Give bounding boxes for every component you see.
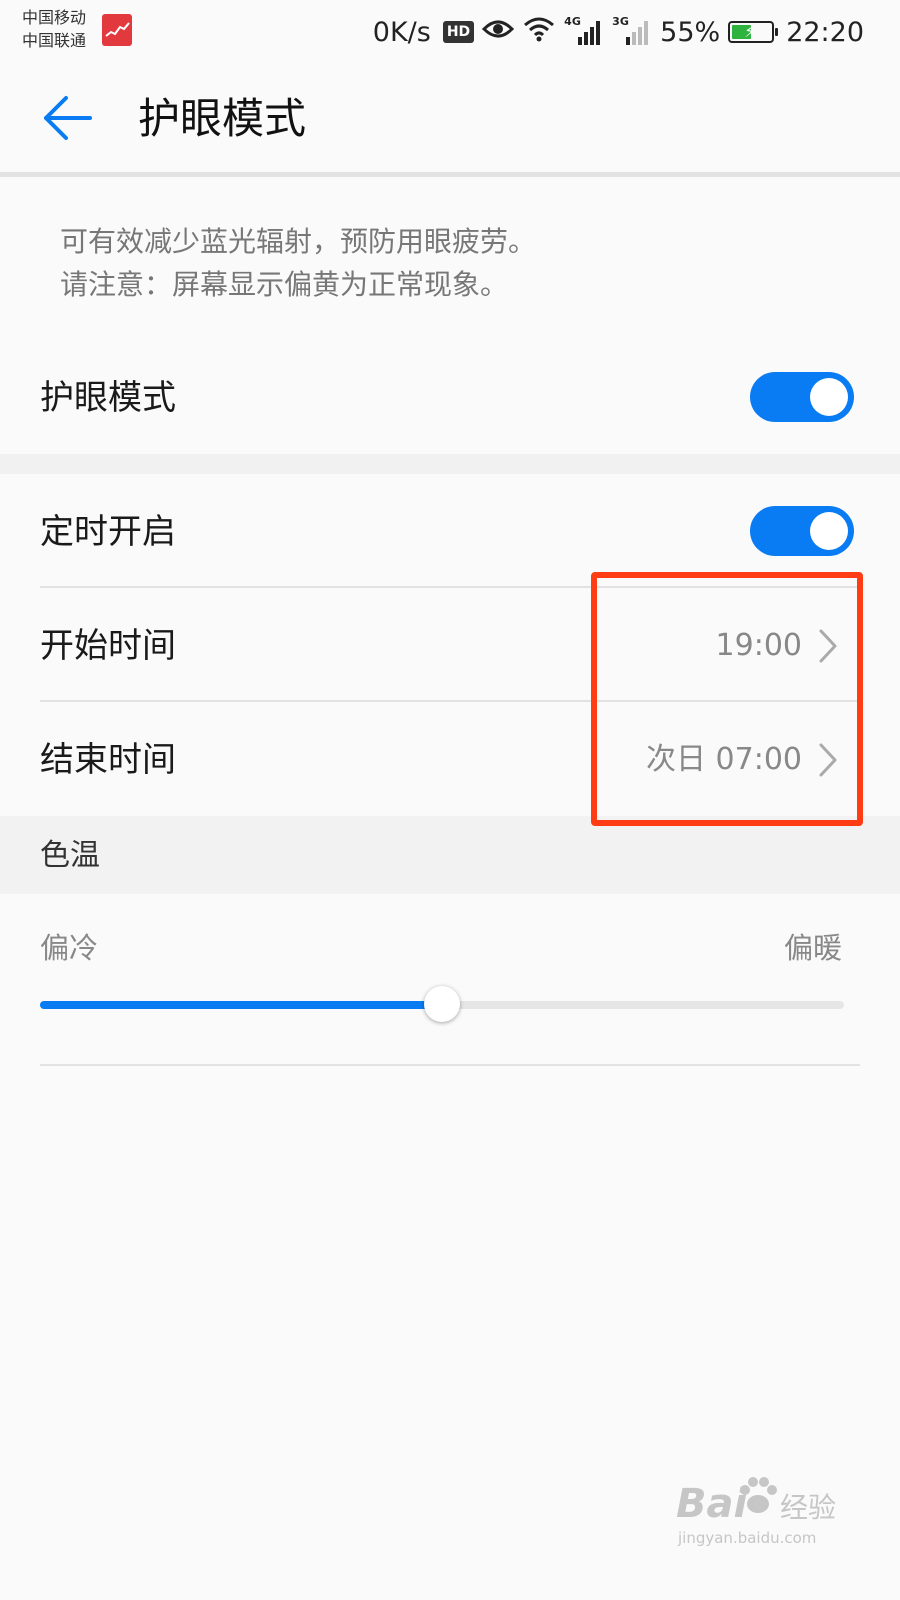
- schedule-row[interactable]: 定时开启: [0, 474, 900, 586]
- hd-icon: HD: [442, 21, 475, 43]
- battery-percent: 55%: [660, 16, 721, 48]
- header-divider: [0, 172, 900, 177]
- description-line-1: 可有效减少蓝光辐射，预防用眼疲劳。: [60, 225, 537, 258]
- slider-thumb[interactable]: [424, 986, 460, 1022]
- watermark-url: jingyan.baidu.com: [678, 1529, 817, 1547]
- carrier-info: 中国移动 中国联通: [22, 6, 86, 52]
- status-bar: 中国移动 中国联通 0K/s HD 4G 3G 55% ⚡ 22:20: [0, 0, 900, 64]
- clock: 22:20: [786, 16, 864, 48]
- charging-bolt-icon: ⚡: [744, 22, 756, 41]
- eye-comfort-label: 护眼模式: [40, 378, 176, 418]
- description-line-2: 请注意：屏幕显示偏黄为正常现象。: [60, 268, 509, 301]
- carrier-badge-icon: [102, 14, 132, 46]
- color-temperature-slider[interactable]: [40, 986, 844, 1022]
- color-temperature-header: 色温: [0, 816, 900, 894]
- eye-icon: [482, 17, 515, 48]
- baidu-jingyan-watermark: Bai 经验 jingyan.baidu.com: [676, 1468, 866, 1558]
- signal-icon-secondary: 3G: [612, 15, 652, 47]
- start-time-label: 开始时间: [40, 626, 176, 666]
- slider-divider: [40, 1064, 860, 1066]
- highlight-annotation: [591, 572, 863, 826]
- cool-label: 偏冷: [40, 931, 99, 965]
- wifi-icon: [522, 15, 556, 50]
- end-time-label: 结束时间: [40, 740, 176, 780]
- toggle-knob: [810, 378, 848, 416]
- battery-charging-icon: ⚡: [728, 21, 779, 43]
- eye-comfort-row[interactable]: 护眼模式: [0, 344, 900, 454]
- carrier-name-2: 中国联通: [22, 31, 87, 50]
- schedule-label: 定时开启: [40, 512, 176, 552]
- watermark-brand: Bai: [676, 1481, 748, 1527]
- status-indicators: 0K/s HD 4G 3G 55% ⚡ 22:20: [373, 14, 864, 50]
- schedule-toggle[interactable]: [750, 506, 854, 556]
- signal-icon: 4G: [564, 15, 604, 47]
- page-title: 护眼模式: [138, 94, 307, 143]
- eye-comfort-toggle[interactable]: [750, 372, 854, 422]
- warm-label: 偏暖: [783, 931, 842, 965]
- back-arrow-icon[interactable]: [40, 92, 96, 144]
- app-header: 护眼模式: [0, 64, 900, 172]
- network-speed: 0K/s: [372, 16, 431, 48]
- color-temperature-title: 色温: [40, 838, 100, 873]
- section-gap: [0, 454, 900, 474]
- slider-fill: [40, 1001, 442, 1009]
- watermark-brand-suffix: 经验: [780, 1491, 837, 1524]
- carrier-name-1: 中国移动: [22, 8, 87, 27]
- toggle-knob: [810, 512, 848, 550]
- paw-icon: [740, 1477, 777, 1513]
- description: 可有效减少蓝光辐射，预防用眼疲劳。 请注意：屏幕显示偏黄为正常现象。: [60, 220, 536, 306]
